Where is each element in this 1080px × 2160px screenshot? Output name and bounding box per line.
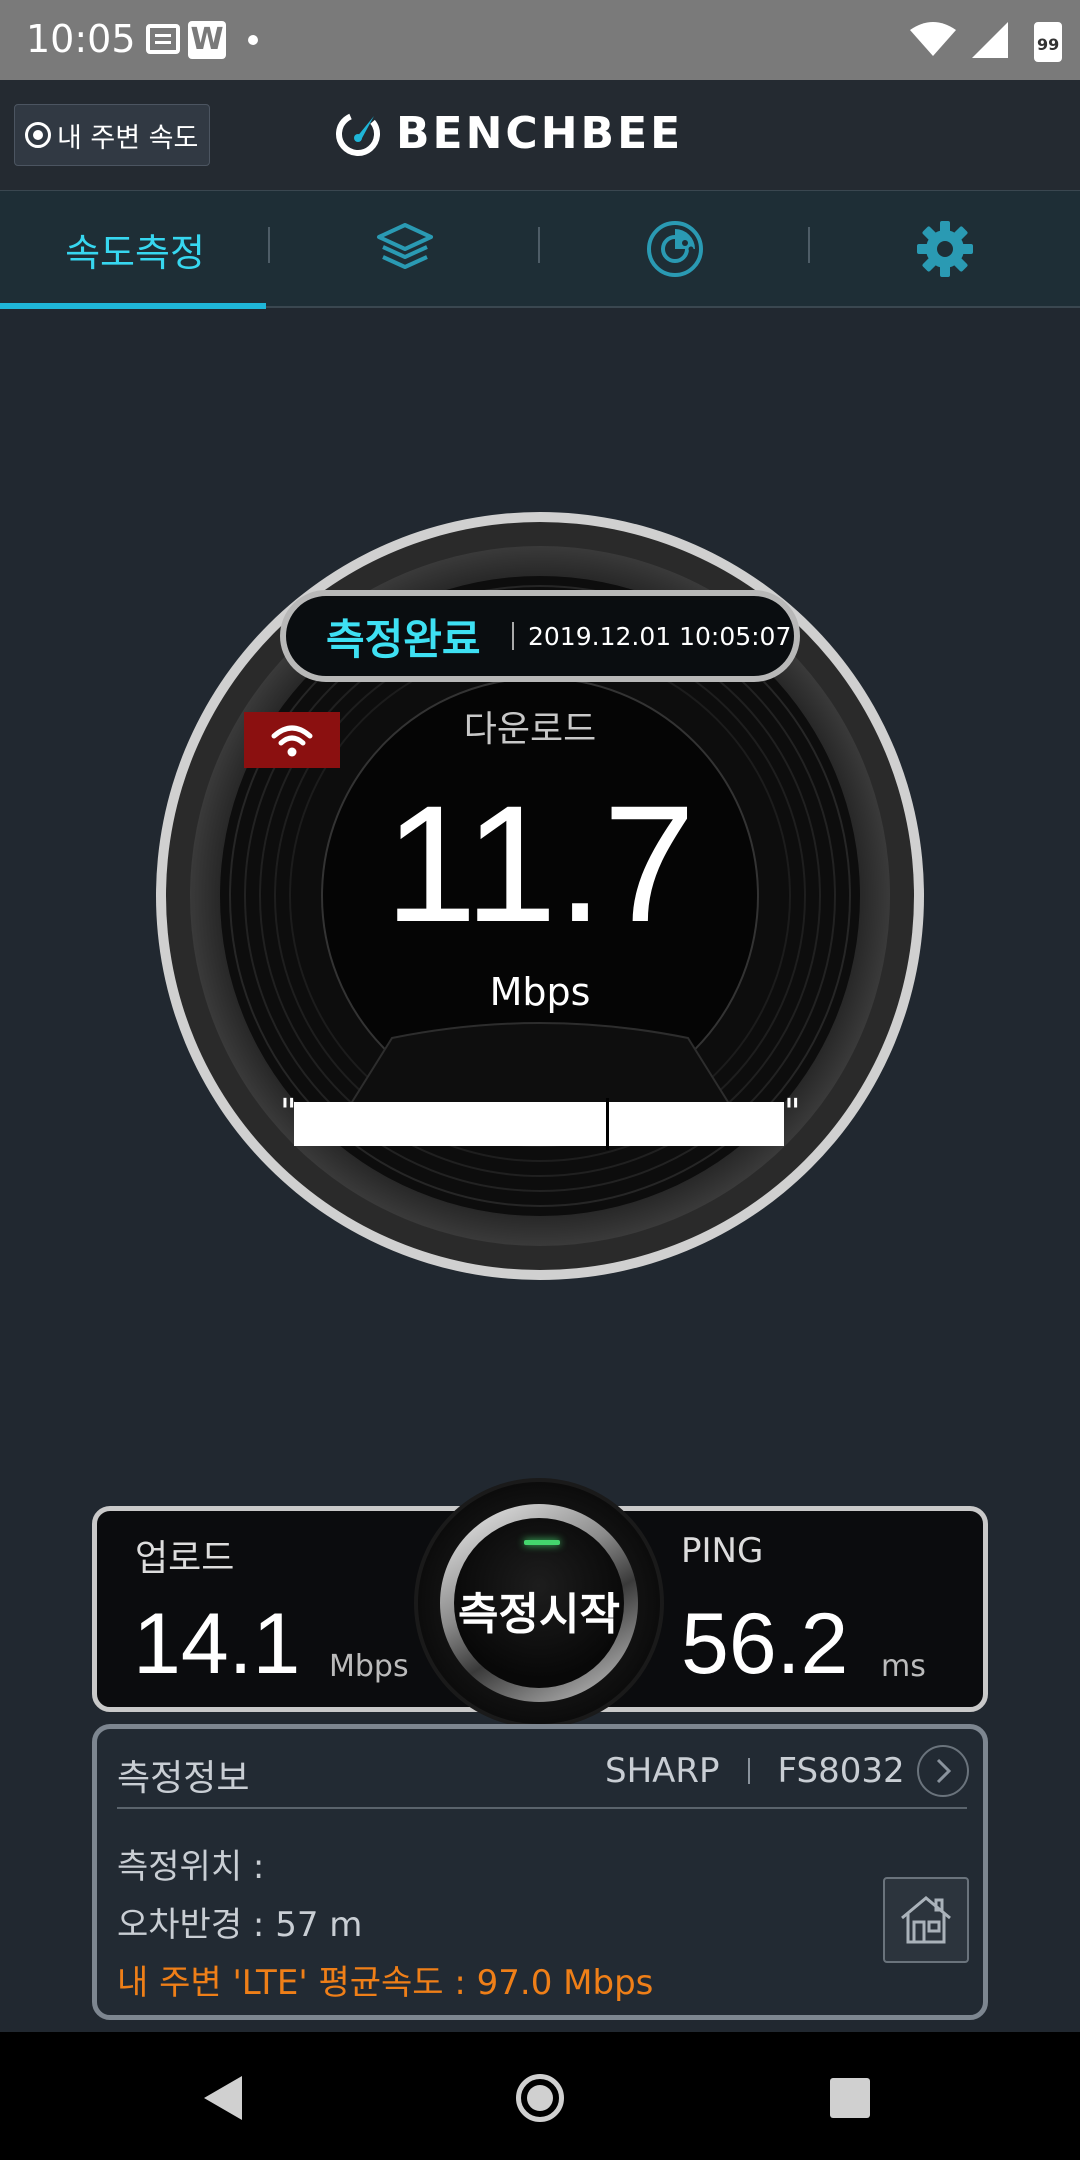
ping-unit: ms [881, 1649, 926, 1684]
message-icon [146, 24, 180, 54]
layers-icon [377, 223, 433, 269]
measurement-location: 측정위치 : [117, 1847, 265, 1887]
measurement-status: 측정완료 [326, 614, 481, 664]
app-header: 내 주변 속도 BENCHBEE [0, 80, 1080, 190]
tab-history[interactable] [270, 191, 540, 307]
benchbee-logo: BENCHBEE [334, 108, 683, 159]
error-radius: 오차반경 : 57 m [117, 1905, 363, 1945]
w-app-icon: W [188, 21, 226, 59]
tab-speed-test-label: 속도측정 [65, 230, 205, 275]
nearby-speed-label: 내 주변 속도 [57, 122, 199, 154]
house-icon [901, 1896, 951, 1944]
measurement-status-pill: 측정완료 2019.12.01 10:05:07 [280, 590, 800, 682]
dot-icon [248, 35, 258, 45]
result-bar [294, 1098, 784, 1150]
speedometer-logo-icon [336, 111, 380, 156]
device-detail-button[interactable] [917, 1745, 969, 1797]
measurement-timestamp: 2019.12.01 10:05:07 [528, 621, 792, 651]
status-bar: 10:05 W 99 [0, 0, 1080, 80]
device-brand: SHARP [605, 1751, 720, 1791]
device-divider [747, 1758, 750, 1784]
location-target-icon [25, 122, 51, 148]
status-led-icon [524, 1540, 560, 1545]
wifi-icon [910, 22, 956, 56]
signal-icon [972, 22, 1008, 58]
recent-apps-icon[interactable] [830, 2078, 870, 2118]
ping-label: PING [681, 1531, 764, 1571]
nearby-speed-button[interactable]: 내 주변 속도 [14, 104, 210, 166]
chevron-right-icon [936, 1758, 952, 1784]
upload-label: 업로드 [135, 1538, 235, 1579]
start-test-button[interactable]: 측정시작 [414, 1478, 664, 1728]
status-divider [512, 622, 514, 650]
home-location-button[interactable] [883, 1877, 969, 1963]
chart-icon [647, 221, 703, 277]
tab-speed-test[interactable]: 속도측정 [0, 191, 270, 309]
home-icon[interactable] [516, 2074, 564, 2122]
tab-statistics[interactable] [540, 191, 810, 307]
ping-value: 56.2 [681, 1596, 849, 1692]
device-model: FS8032 [777, 1751, 905, 1791]
back-icon[interactable] [204, 2076, 242, 2120]
upload-unit: Mbps [329, 1649, 409, 1684]
info-title: 측정정보 [117, 1758, 250, 1799]
info-divider [117, 1807, 967, 1809]
download-value: 11.7 [384, 772, 696, 957]
start-test-label: 측정시작 [458, 1589, 620, 1640]
system-nav-bar [0, 2032, 1080, 2160]
tab-bar: 속도측정 [0, 190, 1080, 309]
logo-text: BENCHBEE [396, 108, 684, 159]
tab-settings[interactable] [810, 191, 1080, 307]
nearby-average-speed: 내 주변 'LTE' 평균속도 : 97.0 Mbps [117, 1963, 654, 2003]
measurement-info-panel: 측정정보 SHARP FS8032 측정위치 : 오차반경 : 57 m 내 주… [92, 1724, 988, 2020]
download-unit: Mbps [489, 970, 591, 1014]
download-label: 다운로드 [463, 709, 597, 750]
gear-icon [917, 221, 973, 277]
upload-value: 14.1 [133, 1596, 301, 1692]
battery-icon: 99 [1034, 22, 1062, 62]
device-info: SHARP FS8032 [605, 1751, 905, 1791]
status-time: 10:05 [26, 17, 136, 61]
quote-mark-right: " [784, 1092, 801, 1133]
